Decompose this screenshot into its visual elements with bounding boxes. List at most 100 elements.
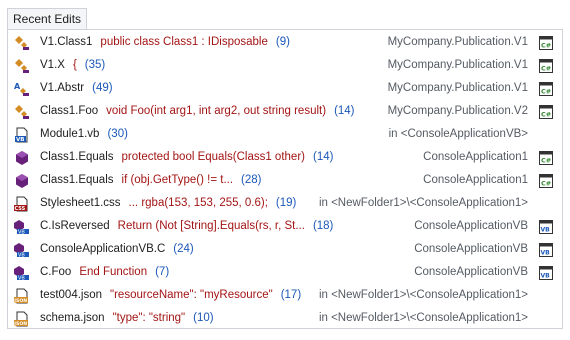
item-name: V1.X	[40, 59, 65, 71]
item-text: C.IsReversed Return (Not [String].Equals(…	[40, 215, 412, 238]
item-text: Module1.vb (30)	[40, 123, 412, 146]
item-line-number: (14)	[312, 151, 334, 163]
svg-text:A: A	[14, 82, 21, 91]
item-line-number: (7)	[155, 266, 170, 278]
vb-project-icon: VB	[538, 219, 554, 235]
item-code-snippet: End Function	[79, 266, 148, 278]
class-member-icon	[14, 35, 30, 51]
svg-text:JSON: JSON	[14, 321, 27, 327]
vb-project-icon: VB	[538, 265, 554, 281]
list-item[interactable]: VB ConsoleApplicationVB.C (24) ConsoleAppli…	[8, 238, 562, 261]
item-name: V1.Abstr	[40, 82, 85, 94]
item-code-snippet: if (obj.GetType() != t...	[121, 174, 234, 186]
item-location: in <ConsoleApplicationVB>	[388, 128, 528, 140]
item-location: ConsoleApplicationVB	[414, 266, 528, 278]
csharp-project-icon: C#	[538, 104, 554, 120]
list-item[interactable]: Class1.Equals protected bool Equals(Class…	[8, 146, 562, 169]
item-text: V1.Class1 public class Class1 : IDisposab…	[40, 31, 412, 54]
item-code-snippet: "type": "string"	[112, 312, 186, 324]
svg-text:VB: VB	[541, 227, 551, 234]
item-text: Class1.Equals if (obj.GetType() != t... (2…	[40, 169, 412, 192]
item-name: Class1.Foo	[40, 105, 99, 117]
item-name: Class1.Equals	[40, 151, 114, 163]
item-name: V1.Class1	[40, 36, 93, 48]
svg-text:C#: C#	[541, 65, 551, 73]
svg-text:VB: VB	[541, 273, 551, 280]
csharp-project-icon: C#	[538, 81, 554, 97]
item-location: MyCompany.Publication.V1	[387, 59, 528, 71]
list-item[interactable]: Class1.Foo void Foo(int arg1, int arg2, o…	[8, 100, 562, 123]
csharp-project-icon: C#	[538, 173, 554, 189]
json-file-icon: JSON	[14, 311, 30, 327]
item-location: MyCompany.Publication.V2	[387, 105, 528, 117]
list-item[interactable]: JSON schema.json "type": "string" (10) in <N…	[8, 307, 562, 330]
list-item[interactable]: JSON test004.json "resourceName": "myResou…	[8, 284, 562, 307]
class-member-icon	[14, 58, 30, 74]
item-name: C.Foo	[40, 266, 72, 278]
svg-text:C#: C#	[541, 111, 551, 119]
csharp-project-icon: C#	[538, 35, 554, 51]
list-item[interactable]: VB Module1.vb (30) in <ConsoleApplicationVB…	[8, 123, 562, 146]
item-line-number: (17)	[280, 289, 302, 301]
item-line-number: (14)	[334, 105, 355, 117]
vb-project-icon: VB	[538, 242, 554, 258]
item-code-snippet: "resourceName": "myResource"	[110, 289, 273, 301]
item-line-number: (24)	[173, 243, 194, 255]
svg-text:VB: VB	[16, 137, 24, 143]
item-name: Module1.vb	[40, 128, 100, 140]
item-text: V1.Abstr (49)	[40, 77, 412, 100]
item-location: MyCompany.Publication.V1	[387, 36, 528, 48]
item-text: Class1.Equals protected bool Equals(Class…	[40, 146, 412, 169]
vb-method-icon: VB	[14, 219, 30, 235]
recent-edits-list: V1.Class1 public class Class1 : IDisposab…	[7, 29, 563, 329]
item-code-snippet: Return (Not [String].Equals(rs, r, St...	[117, 220, 305, 232]
item-location: in <NewFolder1>\<ConsoleApplication1>	[318, 197, 528, 209]
item-location: ConsoleApplicationVB	[414, 243, 528, 255]
svg-text:C#: C#	[541, 157, 551, 165]
item-location: ConsoleApplication1	[423, 174, 528, 186]
json-file-icon: JSON	[14, 288, 30, 304]
vb-method-icon: VB	[14, 242, 30, 258]
list-item[interactable]: VB C.IsReversed Return (Not [String].Equal…	[8, 215, 562, 238]
svg-text:VB: VB	[541, 250, 551, 257]
item-text: V1.X {(35)	[40, 54, 412, 77]
item-text: Class1.Foo void Foo(int arg1, int arg2, o…	[40, 100, 412, 123]
item-line-number: (28)	[241, 174, 262, 186]
method-icon	[14, 150, 30, 166]
svg-text:JSON: JSON	[14, 298, 27, 304]
item-line-number: (9)	[275, 36, 290, 48]
list-item[interactable]: CSS Stylesheet1.css ... rgba(153, 153, 255…	[8, 192, 562, 215]
item-name: ConsoleApplicationVB.C	[40, 243, 166, 255]
csharp-project-icon: C#	[538, 58, 554, 74]
item-code-snippet: void Foo(int arg1, int arg2, out string …	[106, 105, 327, 117]
class-member-icon	[14, 104, 30, 120]
css-file-icon: CSS	[14, 196, 30, 212]
list-item[interactable]: A V1.Abstr (49) MyCompany.Publication.V1 C#	[8, 77, 562, 100]
item-location: MyCompany.Publication.V1	[387, 82, 528, 94]
svg-text:C#: C#	[541, 88, 551, 96]
svg-text:VB: VB	[18, 276, 25, 282]
item-line-number: (30)	[107, 128, 128, 140]
svg-text:VB: VB	[18, 253, 25, 259]
item-line-number: (49)	[92, 82, 113, 94]
vb-method-icon: VB	[14, 265, 30, 281]
item-name: C.IsReversed	[40, 220, 110, 232]
list-item[interactable]: V1.X {(35) MyCompany.Publication.V1 C#	[8, 54, 562, 77]
tab-recent-edits[interactable]: Recent Edits	[7, 8, 88, 30]
list-item[interactable]: VB C.Foo End Function (7) ConsoleApplication…	[8, 261, 562, 284]
item-name: Stylesheet1.css	[40, 197, 121, 209]
item-code-snippet: protected bool Equals(Class1 other)	[121, 151, 305, 163]
list-item[interactable]: Class1.Equals if (obj.GetType() != t... (2…	[8, 169, 562, 192]
item-code-snippet: {	[72, 59, 77, 71]
item-name: schema.json	[40, 312, 105, 324]
list-item[interactable]: V1.Class1 public class Class1 : IDisposab…	[8, 31, 562, 54]
method-icon	[14, 173, 30, 189]
svg-text:CSS: CSS	[15, 206, 26, 212]
csharp-project-icon: C#	[538, 150, 554, 166]
item-location: in <NewFolder1>\<ConsoleApplication1>	[318, 289, 528, 301]
item-location: ConsoleApplication1	[423, 151, 528, 163]
abstract-class-icon: A	[14, 81, 30, 97]
item-code-snippet: ... rgba(153, 153, 255, 0.6);	[128, 197, 268, 209]
item-code-snippet: public class Class1 : IDisposable	[100, 36, 268, 48]
item-location: ConsoleApplicationVB	[414, 220, 528, 232]
